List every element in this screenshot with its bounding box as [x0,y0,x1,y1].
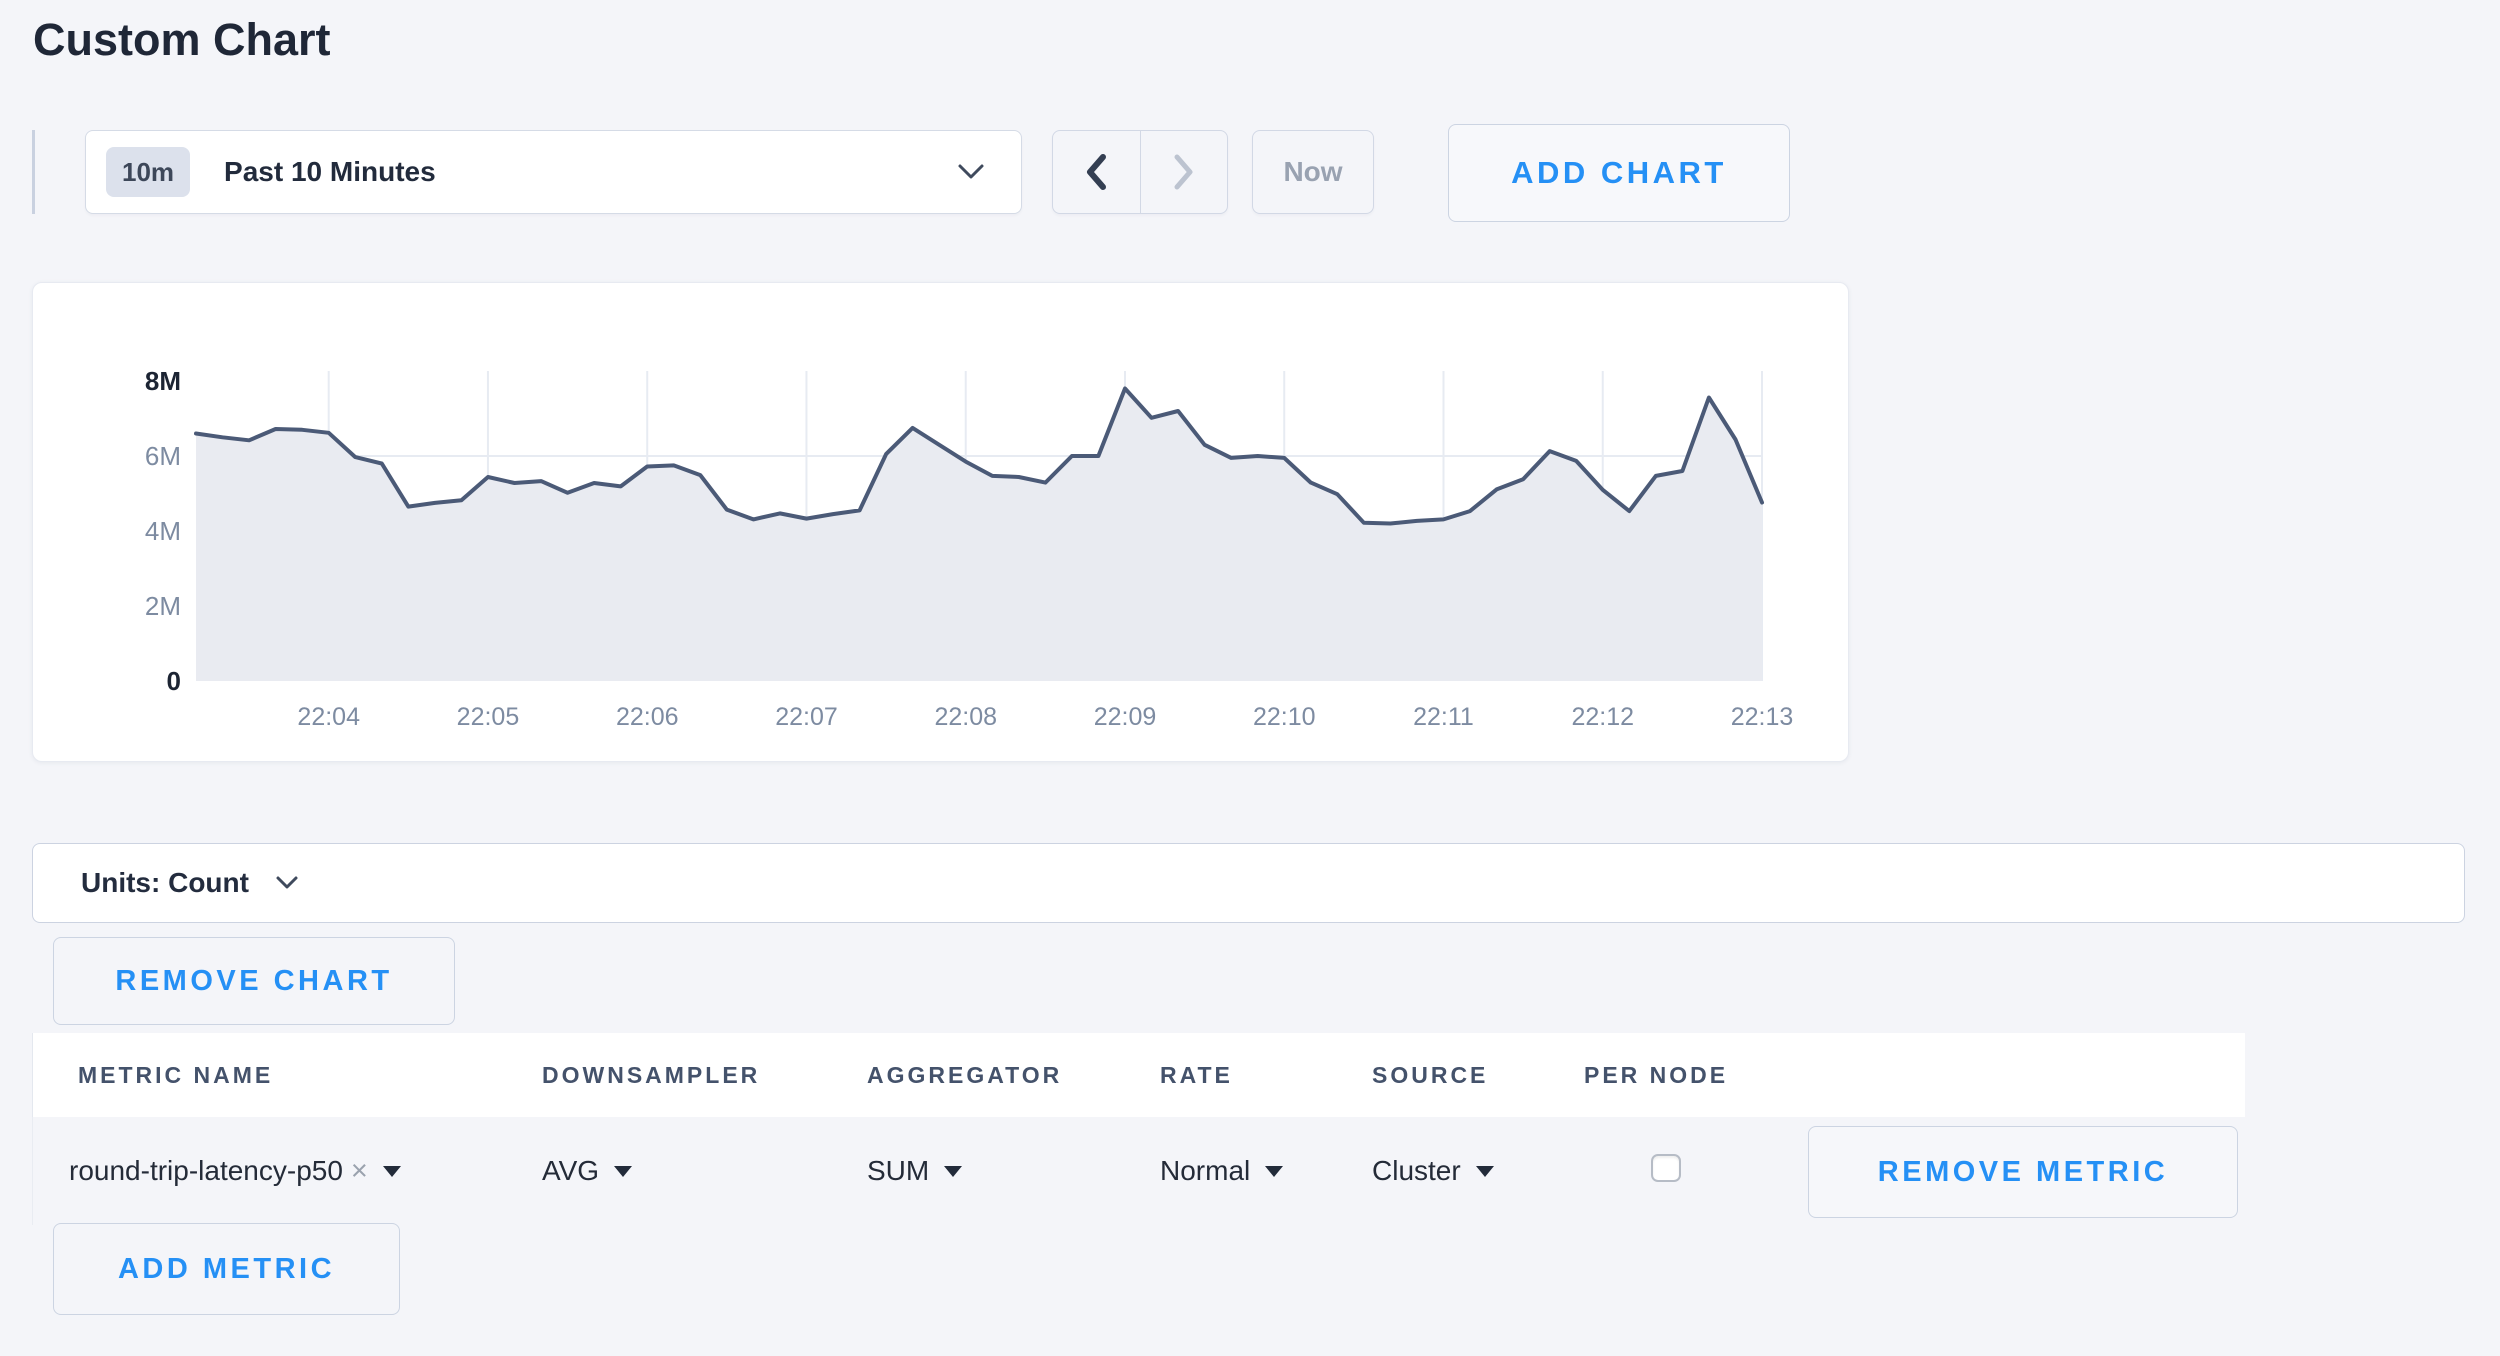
caret-down-icon [944,1166,962,1177]
downsampler-value: AVG [542,1155,599,1187]
downsampler-dropdown[interactable]: AVG [542,1117,632,1225]
now-button[interactable]: Now [1252,130,1374,214]
custom-chart-page: Custom Chart 10m Past 10 Minutes Now ADD… [0,0,2500,1356]
caret-down-icon [614,1166,632,1177]
svg-text:22:11: 22:11 [1413,703,1474,731]
time-nav-group [1052,130,1228,214]
metrics-table-header: METRIC NAME DOWNSAMPLER AGGREGATOR RATE … [32,1033,2245,1117]
chevron-down-icon [275,875,299,891]
rate-dropdown[interactable]: Normal [1160,1117,1283,1225]
metric-name-value: round-trip-latency-p50 [69,1155,343,1187]
per-node-checkbox[interactable] [1651,1154,1681,1182]
aggregator-value: SUM [867,1155,929,1187]
time-window-badge: 10m [106,147,190,197]
remove-chart-label: REMOVE CHART [115,965,392,998]
svg-text:22:07: 22:07 [775,703,838,731]
timeseries-area-chart[interactable]: 0 2M 4M 6M 8M 22:04 22:05 22:06 22:07 22:08 22:09 2… [33,283,1848,761]
caret-down-icon [1265,1166,1283,1177]
svg-text:6M: 6M [145,441,181,471]
page-title: Custom Chart [33,14,331,66]
add-metric-label: ADD METRIC [118,1253,335,1286]
metric-name-dropdown[interactable]: round-trip-latency-p50 × [69,1117,401,1225]
chart-card: 0 2M 4M 6M 8M 22:04 22:05 22:06 22:07 22:08 22:09 2… [32,282,1849,762]
svg-text:0: 0 [167,666,181,696]
caret-down-icon [1476,1166,1494,1177]
clear-metric-icon[interactable]: × [351,1155,368,1188]
svg-text:22:13: 22:13 [1731,703,1794,731]
time-forward-button[interactable] [1140,131,1228,213]
svg-text:22:10: 22:10 [1253,703,1316,731]
time-window-dropdown[interactable]: 10m Past 10 Minutes [85,130,1022,214]
chevron-right-icon [1171,152,1197,192]
svg-text:22:05: 22:05 [457,703,520,731]
svg-text:8M: 8M [145,366,181,396]
svg-text:22:06: 22:06 [616,703,679,731]
time-window-label: Past 10 Minutes [224,156,957,188]
now-button-label: Now [1283,156,1342,188]
add-chart-label: ADD CHART [1511,155,1727,191]
col-header-rate: RATE [1160,1033,1233,1117]
svg-text:22:04: 22:04 [297,703,360,731]
svg-text:22:09: 22:09 [1094,703,1157,731]
remove-chart-button[interactable]: REMOVE CHART [53,937,455,1025]
remove-metric-button[interactable]: REMOVE METRIC [1808,1126,2238,1218]
svg-text:22:08: 22:08 [934,703,997,731]
remove-metric-label: REMOVE METRIC [1878,1156,2168,1189]
aggregator-dropdown[interactable]: SUM [867,1117,962,1225]
svg-text:2M: 2M [145,591,181,621]
chevron-left-icon [1083,152,1109,192]
units-label: Units: Count [81,867,249,899]
col-header-downsampler: DOWNSAMPLER [542,1033,760,1117]
svg-text:22:12: 22:12 [1571,703,1634,731]
col-header-per-node: PER NODE [1584,1033,1728,1117]
source-dropdown[interactable]: Cluster [1372,1117,1494,1225]
time-back-button[interactable] [1053,131,1140,213]
rate-value: Normal [1160,1155,1250,1187]
col-header-aggregator: AGGREGATOR [867,1033,1062,1117]
units-dropdown[interactable]: Units: Count [32,843,2465,923]
add-metric-button[interactable]: ADD METRIC [53,1223,400,1315]
chevron-down-icon [957,163,985,181]
toolbar-accent-rule [32,130,35,214]
svg-text:4M: 4M [145,516,181,546]
add-chart-button[interactable]: ADD CHART [1448,124,1790,222]
source-value: Cluster [1372,1155,1461,1187]
caret-down-icon [383,1166,401,1177]
col-header-source: SOURCE [1372,1033,1488,1117]
col-header-metric-name: METRIC NAME [78,1033,273,1117]
